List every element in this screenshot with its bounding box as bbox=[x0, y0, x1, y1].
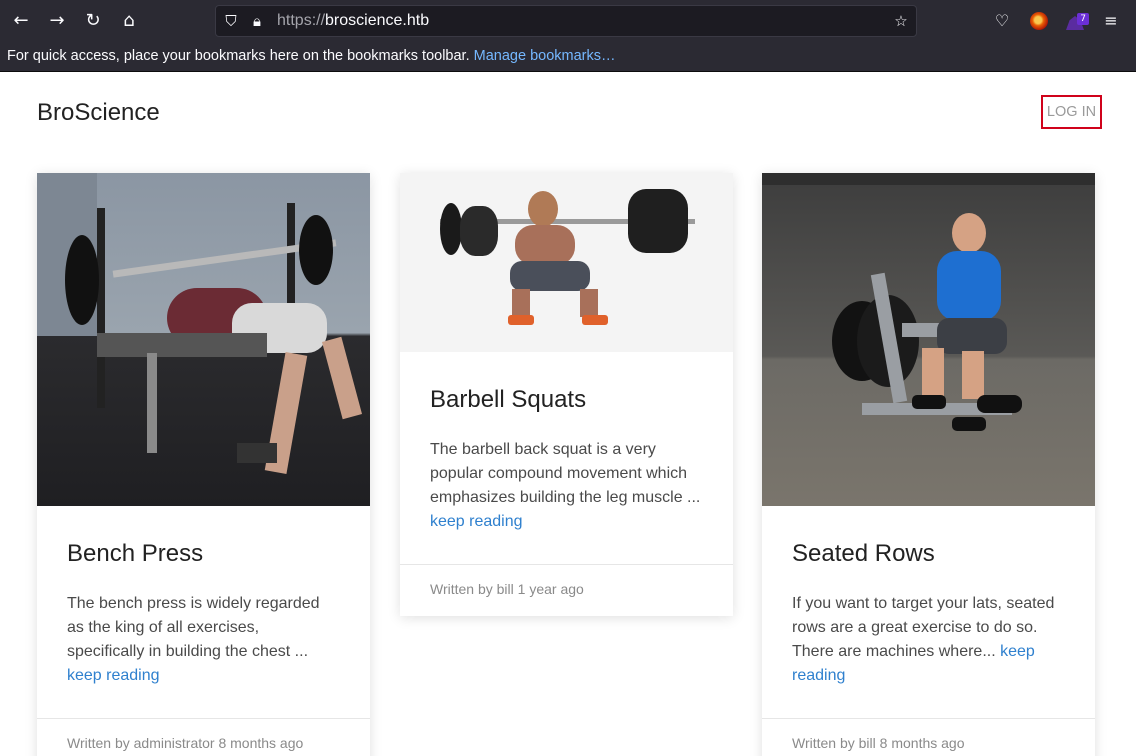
post-meta: Written by bill 8 months ago bbox=[762, 718, 1095, 756]
bookmarks-hint: For quick access, place your bookmarks h… bbox=[7, 48, 470, 64]
post-card: Barbell Squats The barbell back squat is… bbox=[400, 173, 733, 616]
post-excerpt-text: The bench press is widely regarded as th… bbox=[67, 595, 320, 660]
bookmark-star-icon[interactable]: ☆ bbox=[890, 10, 912, 32]
reload-icon[interactable]: ↻ bbox=[81, 9, 105, 33]
post-meta: Written by bill 1 year ago bbox=[400, 564, 733, 616]
post-title[interactable]: Barbell Squats bbox=[430, 386, 703, 414]
keep-reading-link[interactable]: keep reading bbox=[430, 513, 523, 530]
manage-bookmarks-link[interactable]: Manage bookmarks… bbox=[474, 48, 616, 64]
back-arrow-icon[interactable]: ← bbox=[9, 9, 33, 33]
forward-arrow-icon[interactable]: → bbox=[45, 9, 69, 33]
post-excerpt: The barbell back squat is a very popular… bbox=[430, 438, 703, 534]
extension-hat-icon[interactable]: 7 bbox=[1063, 13, 1089, 40]
post-meta: Written by administrator 8 months ago bbox=[37, 718, 370, 756]
post-excerpt-text: The barbell back squat is a very popular… bbox=[430, 441, 701, 506]
browser-toolbar: ← → ↻ ⌂ ⛉ 🔒︎ https://broscience.htb ☆ ♡ … bbox=[0, 0, 1136, 42]
bookmarks-message: For quick access, place your bookmarks h… bbox=[7, 48, 616, 64]
keep-reading-link[interactable]: keep reading bbox=[67, 667, 160, 684]
post-card: Seated Rows If you want to target your l… bbox=[762, 173, 1095, 756]
post-excerpt: If you want to target your lats, seated … bbox=[792, 592, 1065, 688]
site-brand[interactable]: BroScience bbox=[37, 99, 160, 127]
home-icon[interactable]: ⌂ bbox=[117, 9, 141, 33]
web-page: BroScience LOG IN Bench Press The bench … bbox=[0, 73, 1136, 756]
url-scheme: https:// bbox=[277, 12, 326, 29]
url-text[interactable]: https://broscience.htb bbox=[277, 12, 429, 30]
lock-icon[interactable]: 🔒︎ bbox=[246, 10, 268, 32]
menu-icon[interactable]: ≡ bbox=[1099, 9, 1123, 33]
login-button[interactable]: LOG IN bbox=[1041, 95, 1102, 129]
bench-press-image[interactable] bbox=[37, 173, 370, 506]
post-title[interactable]: Bench Press bbox=[67, 540, 340, 568]
shield-icon[interactable]: ⛉ bbox=[220, 10, 242, 32]
pocket-icon[interactable]: ♡ bbox=[990, 9, 1014, 33]
extension-badge: 7 bbox=[1077, 13, 1089, 25]
bookmarks-toolbar: For quick access, place your bookmarks h… bbox=[0, 42, 1136, 72]
url-host: broscience.htb bbox=[325, 12, 430, 29]
barbell-squat-image[interactable] bbox=[400, 173, 733, 352]
post-excerpt: The bench press is widely regarded as th… bbox=[67, 592, 340, 688]
seated-rows-image[interactable] bbox=[762, 173, 1095, 506]
post-card: Bench Press The bench press is widely re… bbox=[37, 173, 370, 756]
post-title[interactable]: Seated Rows bbox=[792, 540, 1065, 568]
extension-fox-icon[interactable] bbox=[1027, 9, 1051, 33]
url-bar[interactable]: ⛉ 🔒︎ https://broscience.htb ☆ bbox=[215, 5, 917, 37]
